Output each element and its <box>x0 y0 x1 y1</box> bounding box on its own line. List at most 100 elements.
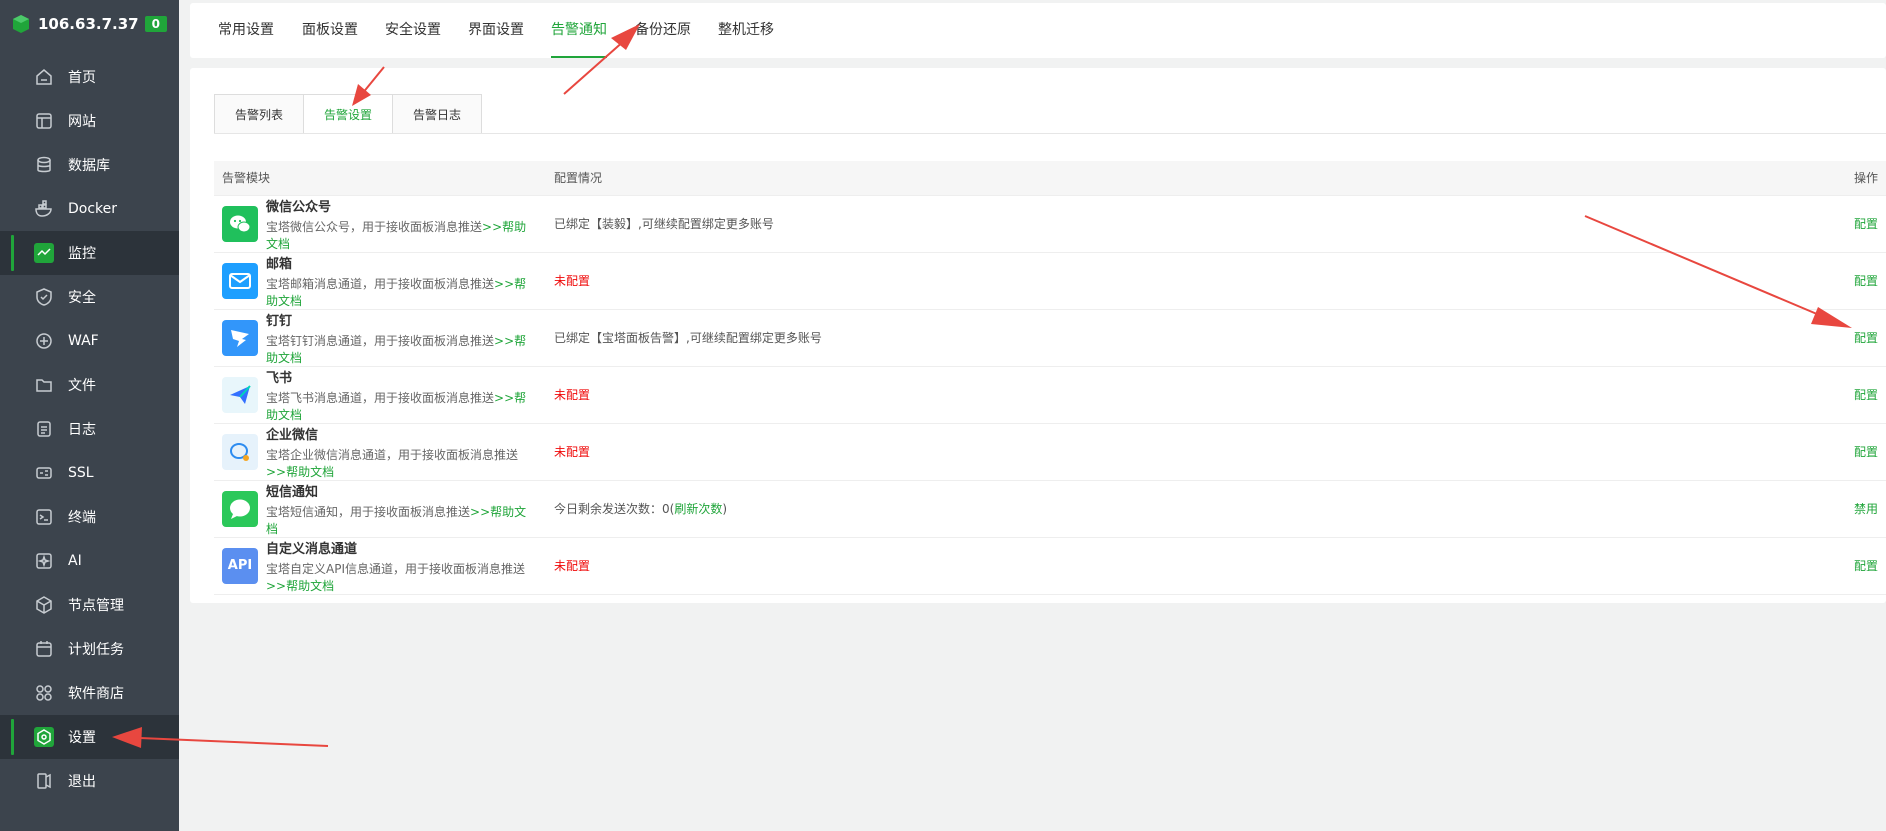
module-desc: 宝塔邮箱消息通道，用于接收面板消息推送>>帮助文档 <box>266 275 538 309</box>
top-tab-2[interactable]: 安全设置 <box>373 3 453 58</box>
table-row: API 自定义消息通道宝塔自定义API信息通道，用于接收面板消息推送 >>帮助文档 未… <box>214 537 1886 595</box>
sidebar-item-label: 首页 <box>68 70 96 86</box>
wechat-icon <box>222 205 258 242</box>
sidebar-item-store[interactable]: 软件商店 <box>0 671 179 715</box>
sidebar-item-node[interactable]: 节点管理 <box>0 583 179 627</box>
top-tab-3[interactable]: 界面设置 <box>456 3 536 58</box>
monitor-icon <box>34 243 54 263</box>
sidebar-item-label: 终端 <box>68 510 96 526</box>
sidebar-nav: 首页网站数据库 Docker 监控安全 WAF 文件日志 SSL 终端 AI 节点管理计划任务软… <box>0 55 179 803</box>
module-desc-text: 宝塔微信公众号，用于接收面板消息推送 <box>266 219 483 234</box>
sidebar-item-docker[interactable]: Docker <box>0 187 179 231</box>
dingtalk-icon <box>222 319 258 356</box>
sidebar-item-label: 计划任务 <box>68 642 124 658</box>
sidebar-item-label: 日志 <box>68 422 96 438</box>
top-tab-6[interactable]: 整机迁移 <box>706 3 786 58</box>
help-doc-link[interactable]: >>帮助文档 <box>266 465 334 479</box>
sub-tab-2[interactable]: 告警日志 <box>392 94 483 134</box>
module-cell: 邮箱 宝塔邮箱消息通道，用于接收面板消息推送>>帮助文档 <box>222 253 538 309</box>
module-cell: 短信通知宝塔短信通知，用于接收面板消息推送>>帮助文档 <box>222 481 538 537</box>
module-desc: 宝塔企业微信消息通道，用于接收面板消息推送 >>帮助文档 <box>266 446 538 480</box>
configure-button[interactable]: 配置 <box>1854 331 1878 345</box>
config-status: 今日剩余发送次数：0( <box>554 502 675 516</box>
calendar-icon <box>34 639 54 659</box>
sidebar: 106.63.7.37 0 首页 网站 数据库 Docker 监控 安全 WAF 文件 日志 SS… <box>0 0 179 831</box>
settings-top-tabs: 常用设置 面板设置 安全设置 界面设置 告警通知 备份还原 整机迁移 <box>190 3 1886 58</box>
disable-button[interactable]: 禁用 <box>1854 502 1878 516</box>
sub-tab-1[interactable]: 告警设置 <box>303 94 393 134</box>
sidebar-item-label: 网站 <box>68 114 96 130</box>
api-icon: API <box>222 547 258 584</box>
wecom-icon <box>222 433 258 470</box>
module-desc-text: 宝塔自定义API信息通道，用于接收面板消息推送 <box>266 561 525 576</box>
sidebar-item-terminal[interactable]: 终端 <box>0 495 179 539</box>
config-status-end: ) <box>722 502 728 516</box>
bt-logo-icon <box>13 15 29 33</box>
top-tab-5[interactable]: 备份还原 <box>623 3 703 58</box>
module-cell: 微信公众号 宝塔微信公众号，用于接收面板消息推送>>帮助文档 <box>222 196 538 252</box>
table-row: 短信通知宝塔短信通知，用于接收面板消息推送>>帮助文档 今日剩余发送次数：0(刷新… <box>214 480 1886 538</box>
configure-button[interactable]: 配置 <box>1854 274 1878 288</box>
sidebar-item-label: Docker <box>68 201 118 217</box>
sidebar-item-log[interactable]: 日志 <box>0 407 179 451</box>
refresh-count-link[interactable]: 刷新次数 <box>674 502 722 516</box>
table-row: 邮箱 宝塔邮箱消息通道，用于接收面板消息推送>>帮助文档 未配置 配置 <box>214 252 1886 310</box>
configure-button[interactable]: 配置 <box>1854 445 1878 459</box>
node-icon <box>34 595 54 615</box>
module-desc-text: 宝塔短信通知，用于接收面板消息推送 <box>266 504 471 519</box>
sidebar-item-label: AI <box>68 553 82 569</box>
help-doc-link[interactable]: >>帮助文档 <box>266 579 334 593</box>
config-status: 未配置 <box>554 559 591 573</box>
folder-icon <box>34 375 54 395</box>
alert-sub-tabs: 告警列表 告警设置 告警日志 <box>214 94 483 134</box>
store-icon <box>34 683 54 703</box>
sub-tab-0[interactable]: 告警列表 <box>214 94 304 134</box>
config-status: 未配置 <box>554 388 591 402</box>
sidebar-item-ssl[interactable]: SSL <box>0 451 179 495</box>
sidebar-item-ai[interactable]: AI <box>0 539 179 583</box>
waf-icon <box>34 331 54 351</box>
sidebar-item-waf[interactable]: WAF <box>0 319 179 363</box>
module-desc: 宝塔短信通知，用于接收面板消息推送>>帮助文档 <box>266 503 538 537</box>
sidebar-item-label: 安全 <box>68 290 96 306</box>
module-desc: 宝塔钉钉消息通道，用于接收面板消息推送>>帮助文档 <box>266 332 538 366</box>
sidebar-item-label: 数据库 <box>68 158 110 174</box>
sidebar-item-shield[interactable]: 安全 <box>0 275 179 319</box>
top-tab-4[interactable]: 告警通知 <box>539 3 619 58</box>
configure-button[interactable]: 配置 <box>1854 217 1878 231</box>
config-status: 已绑定【装毅】,可继续配置绑定更多账号 <box>554 217 774 231</box>
module-desc-text: 宝塔钉钉消息通道，用于接收面板消息推送 <box>266 333 495 348</box>
module-name: 短信通知 <box>266 484 319 500</box>
feishu-icon <box>222 376 258 413</box>
sidebar-item-home[interactable]: 首页 <box>0 55 179 99</box>
module-desc: 宝塔微信公众号，用于接收面板消息推送>>帮助文档 <box>266 218 538 252</box>
top-tab-0[interactable]: 常用设置 <box>206 3 286 58</box>
sidebar-item-calendar[interactable]: 计划任务 <box>0 627 179 671</box>
module-name: 自定义消息通道 <box>266 541 358 557</box>
ai-icon <box>34 551 54 571</box>
alert-settings-panel: 告警列表 告警设置 告警日志 告警模块 配置情况 操作 微信公众号 宝塔微信公众号，用… <box>190 68 1886 603</box>
module-name: 企业微信 <box>266 427 319 443</box>
sidebar-item-database[interactable]: 数据库 <box>0 143 179 187</box>
configure-button[interactable]: 配置 <box>1854 559 1878 573</box>
log-icon <box>34 419 54 439</box>
sub-tab-divider <box>214 133 1886 134</box>
module-cell: 钉钉 宝塔钉钉消息通道，用于接收面板消息推送>>帮助文档 <box>222 310 538 366</box>
sidebar-item-label: 监控 <box>68 246 96 262</box>
sidebar-item-website[interactable]: 网站 <box>0 99 179 143</box>
alert-count-badge[interactable]: 0 <box>144 16 167 32</box>
sidebar-item-folder[interactable]: 文件 <box>0 363 179 407</box>
shield-icon <box>34 287 54 307</box>
table-header-row: 告警模块 配置情况 操作 <box>214 161 1886 196</box>
module-cell: 飞书 宝塔飞书消息通道，用于接收面板消息推送>>帮助文档 <box>222 367 538 423</box>
table-row: 飞书 宝塔飞书消息通道，用于接收面板消息推送>>帮助文档 未配置 配置 <box>214 366 1886 424</box>
sidebar-item-logout[interactable]: 退出 <box>0 759 179 803</box>
alert-module-table: 告警模块 配置情况 操作 微信公众号 宝塔微信公众号，用于接收面板消息推送>>帮助… <box>214 161 1886 595</box>
home-icon <box>34 67 54 87</box>
header-config: 配置情况 <box>546 161 1826 196</box>
configure-button[interactable]: 配置 <box>1854 388 1878 402</box>
sidebar-item-monitor[interactable]: 监控 <box>0 231 179 275</box>
module-desc: 宝塔飞书消息通道，用于接收面板消息推送>>帮助文档 <box>266 389 538 423</box>
top-tab-1[interactable]: 面板设置 <box>290 3 370 58</box>
sidebar-item-settings[interactable]: 设置 <box>0 715 179 759</box>
